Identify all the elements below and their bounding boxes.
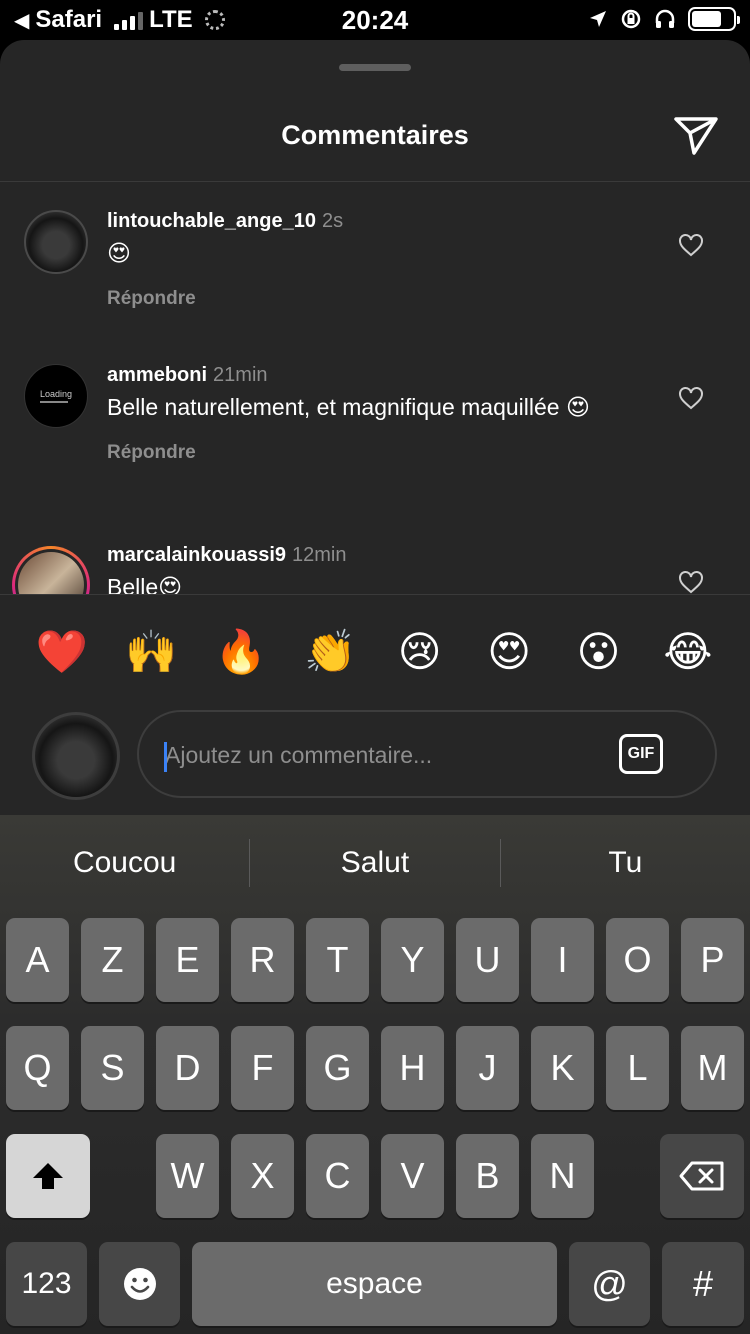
key-f[interactable]: F	[231, 1026, 294, 1110]
key-u[interactable]: U	[456, 918, 519, 1002]
at-key[interactable]: @	[569, 1242, 650, 1326]
key-h[interactable]: H	[381, 1026, 444, 1110]
emoji-key[interactable]	[99, 1242, 180, 1326]
emoji-reaction-bar: ❤️ 🙌 🔥 👏 😢 😍 😮 😂	[18, 626, 732, 678]
avatar[interactable]	[24, 210, 88, 274]
backspace-key[interactable]	[660, 1134, 744, 1218]
emoji-fire-button[interactable]: 🔥	[197, 626, 285, 678]
reply-button[interactable]: Répondre	[107, 288, 670, 310]
headphones-icon	[655, 9, 675, 28]
hash-key[interactable]: #	[662, 1242, 744, 1326]
sheet-title: Commentaires	[281, 120, 469, 150]
comment-text: Belle😍	[107, 574, 183, 594]
battery-icon	[688, 7, 740, 31]
emoji-laughing-button[interactable]: 😂	[644, 626, 732, 678]
key-b[interactable]: B	[456, 1134, 519, 1218]
key-v[interactable]: V	[381, 1134, 444, 1218]
smiley-icon	[123, 1268, 156, 1300]
key-k[interactable]: K	[531, 1026, 594, 1110]
emoji-divider	[0, 594, 750, 595]
emoji-heart-eyes-button[interactable]: 😍	[465, 626, 553, 678]
key-c[interactable]: C	[306, 1134, 369, 1218]
share-send-icon[interactable]	[672, 113, 720, 157]
key-o[interactable]: O	[606, 918, 669, 1002]
backspace-icon	[679, 1161, 724, 1191]
key-s[interactable]: S	[81, 1026, 144, 1110]
key-g[interactable]: G	[306, 1026, 369, 1110]
comments-list[interactable]: lintouchable_ange_10 2s 😍 Répondre Loadin…	[0, 182, 750, 594]
comment-username[interactable]: ammeboni	[107, 364, 207, 386]
text-caret	[164, 742, 167, 772]
suggestion-item[interactable]: Salut	[250, 835, 499, 891]
status-bar: ◀ Safari LTE 20:24	[0, 0, 750, 40]
emoji-raised-hands-button[interactable]: 🙌	[107, 626, 195, 678]
emoji-surprised-button[interactable]: 😮	[555, 626, 643, 678]
sheet-grabber[interactable]	[339, 64, 411, 71]
comment-username[interactable]: lintouchable_ange_10	[107, 210, 316, 232]
gif-button[interactable]: GIF	[619, 734, 663, 774]
space-key[interactable]: espace	[192, 1242, 557, 1326]
emoji-heart-button[interactable]: ❤️	[18, 626, 106, 678]
key-l[interactable]: L	[606, 1026, 669, 1110]
suggestion-bar: Coucou Salut Tu	[0, 835, 750, 891]
heart-icon[interactable]	[678, 570, 704, 594]
keyboard: Coucou Salut Tu A Z E R T Y U I O P Q S …	[0, 815, 750, 1334]
key-y[interactable]: Y	[381, 918, 444, 1002]
avatar[interactable]	[12, 546, 90, 594]
key-p[interactable]: P	[681, 918, 744, 1002]
composer-avatar	[32, 712, 120, 800]
key-r[interactable]: R	[231, 918, 294, 1002]
comment-time: 12min	[292, 544, 347, 566]
key-e[interactable]: E	[156, 918, 219, 1002]
comment-username[interactable]: marcalainkouassi9	[107, 544, 286, 566]
key-w[interactable]: W	[156, 1134, 219, 1218]
shift-arrow-icon	[33, 1163, 63, 1189]
key-q[interactable]: Q	[6, 1026, 69, 1110]
emoji-clap-button[interactable]: 👏	[286, 626, 374, 678]
suggestion-item[interactable]: Tu	[501, 835, 750, 891]
suggestion-item[interactable]: Coucou	[0, 835, 249, 891]
comment-composer[interactable]: GIF	[137, 710, 717, 798]
avatar-text: Loading	[39, 389, 73, 399]
key-m[interactable]: M	[681, 1026, 744, 1110]
comment-input[interactable]	[165, 732, 605, 778]
comments-sheet: Commentaires lintouchable_ange_10 2s 😍 Ré…	[0, 40, 750, 815]
loading-bar	[39, 401, 68, 403]
comment-time: 21min	[213, 364, 268, 386]
key-t[interactable]: T	[306, 918, 369, 1002]
key-i[interactable]: I	[531, 918, 594, 1002]
numbers-key[interactable]: 123	[6, 1242, 87, 1326]
comment-text: Belle naturellement, et magnifique maqui…	[107, 394, 590, 420]
key-d[interactable]: D	[156, 1026, 219, 1110]
key-j[interactable]: J	[456, 1026, 519, 1110]
avatar[interactable]: Loading	[24, 364, 88, 428]
location-icon	[590, 11, 606, 27]
key-x[interactable]: X	[231, 1134, 294, 1218]
heart-icon[interactable]	[678, 233, 704, 257]
heart-icon[interactable]	[678, 386, 704, 410]
key-a[interactable]: A	[6, 918, 69, 1002]
emoji-crying-button[interactable]: 😢	[376, 626, 464, 678]
key-z[interactable]: Z	[81, 918, 144, 1002]
shift-key[interactable]	[6, 1134, 90, 1218]
comment-text: 😍	[107, 240, 131, 266]
rotation-lock-icon	[621, 9, 641, 29]
reply-button[interactable]: Répondre	[107, 442, 670, 464]
key-n[interactable]: N	[531, 1134, 594, 1218]
comment-time: 2s	[321, 210, 344, 232]
